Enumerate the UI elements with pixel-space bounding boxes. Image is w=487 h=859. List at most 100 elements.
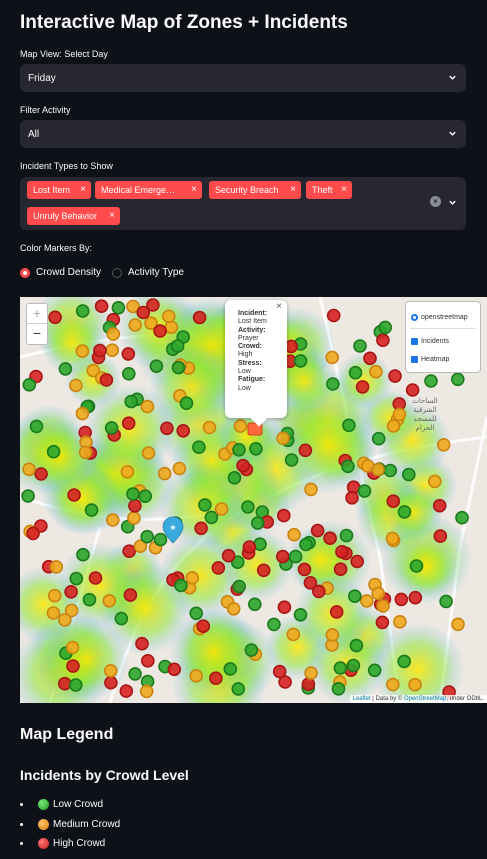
incident-marker[interactable] [353,339,367,353]
incident-marker[interactable] [371,586,386,601]
incident-marker[interactable] [369,364,383,379]
incident-marker[interactable] [128,318,142,332]
incident-marker[interactable] [424,374,438,388]
incident-marker[interactable] [278,675,292,689]
incident-marker[interactable] [342,418,356,433]
incident-marker[interactable] [349,638,364,653]
incident-marker[interactable] [231,682,246,696]
incident-marker[interactable] [120,465,135,479]
incident-marker[interactable] [427,474,442,489]
incident-marker[interactable] [371,462,385,477]
incident-marker[interactable] [232,579,246,594]
layer-control[interactable]: openstreetmap Incidents Heatmap [405,301,481,373]
incident-marker[interactable] [106,327,121,341]
incident-marker[interactable] [232,443,246,457]
incident-marker[interactable] [104,421,119,435]
incident-marker[interactable] [221,548,236,563]
incident-marker[interactable] [82,592,97,607]
incident-marker[interactable] [57,676,72,691]
incident-marker[interactable] [189,668,203,683]
incident-marker[interactable] [242,540,257,554]
incident-marker[interactable] [128,499,142,513]
incident-marker[interactable] [179,396,194,410]
layer-incidents[interactable]: Incidents [411,338,449,345]
incident-marker[interactable] [339,528,354,543]
incident-marker[interactable] [386,419,401,433]
incident-marker[interactable] [123,588,138,602]
incident-marker[interactable] [68,678,83,692]
incident-marker[interactable] [301,677,316,692]
incident-marker[interactable] [325,628,340,642]
incident-marker[interactable] [202,420,217,435]
incident-marker[interactable] [69,378,83,393]
incident-marker[interactable] [198,498,212,512]
incident-marker[interactable] [323,531,337,545]
tag-unruly-behavior[interactable]: Unruly Behavior × [27,207,120,225]
incident-marker[interactable] [383,463,398,478]
incident-marker[interactable] [126,487,140,501]
incident-marker[interactable] [26,526,40,541]
incident-marker[interactable] [46,444,61,459]
incident-marker[interactable] [22,378,37,392]
incident-marker[interactable] [162,309,176,324]
layer-openstreetmap[interactable]: openstreetmap [411,314,468,321]
remove-icon[interactable]: × [80,181,86,199]
incident-marker[interactable] [48,310,62,325]
incident-marker[interactable] [451,617,465,632]
incident-marker[interactable] [236,458,250,473]
incident-marker[interactable] [114,611,129,626]
incident-marker[interactable] [405,383,420,397]
incident-marker[interactable] [211,561,226,575]
incident-marker[interactable] [248,597,262,612]
incident-marker[interactable] [326,377,340,391]
incident-marker[interactable] [192,310,207,325]
incident-marker[interactable] [153,532,168,547]
incident-marker[interactable] [293,607,308,622]
radio-crowd-density[interactable]: Crowd Density [20,267,101,278]
radio-activity-type[interactable]: Activity Type [112,267,184,278]
incident-marker[interactable] [57,613,72,627]
incident-marker[interactable] [375,615,390,630]
incident-marker[interactable] [392,407,407,422]
incident-marker[interactable] [111,301,126,315]
incident-marker[interactable] [94,299,109,313]
incident-marker[interactable] [348,365,363,380]
incident-marker[interactable] [29,419,44,434]
incident-marker[interactable] [439,594,453,609]
incident-marker[interactable] [408,677,422,692]
incident-marker[interactable] [128,667,142,681]
incident-marker[interactable] [88,571,103,585]
incident-marker[interactable] [397,505,412,519]
incident-marker[interactable] [310,523,325,538]
incident-marker[interactable] [388,369,402,383]
incident-marker[interactable] [386,677,400,692]
incident-marker[interactable] [34,467,48,481]
incident-marker[interactable] [157,466,172,481]
incident-marker[interactable] [251,516,265,530]
incident-marker[interactable] [84,503,99,517]
incident-marker[interactable] [21,489,35,503]
incident-marker[interactable] [106,513,120,527]
incident-marker[interactable] [397,654,412,669]
incident-marker[interactable] [139,684,154,699]
incident-marker[interactable] [209,671,223,686]
incident-marker[interactable] [393,614,407,629]
incident-marker[interactable] [326,308,341,323]
incident-marker[interactable] [376,333,390,348]
incident-marker[interactable] [335,545,349,559]
incident-marker[interactable] [341,459,355,474]
incident-marker[interactable] [160,421,174,436]
incident-marker[interactable] [75,406,90,421]
incident-marker[interactable] [214,502,229,516]
incident-marker[interactable] [136,305,151,320]
incident-marker[interactable] [244,643,259,657]
incident-marker[interactable] [153,324,167,338]
incident-marker[interactable] [49,560,64,574]
incident-marker[interactable] [432,498,447,513]
incident-marker[interactable] [355,380,370,394]
incident-marker[interactable] [284,453,299,467]
incident-marker[interactable] [304,666,318,680]
incident-marker[interactable] [47,588,62,603]
incident-marker[interactable] [66,659,80,673]
incident-marker[interactable] [69,571,84,586]
